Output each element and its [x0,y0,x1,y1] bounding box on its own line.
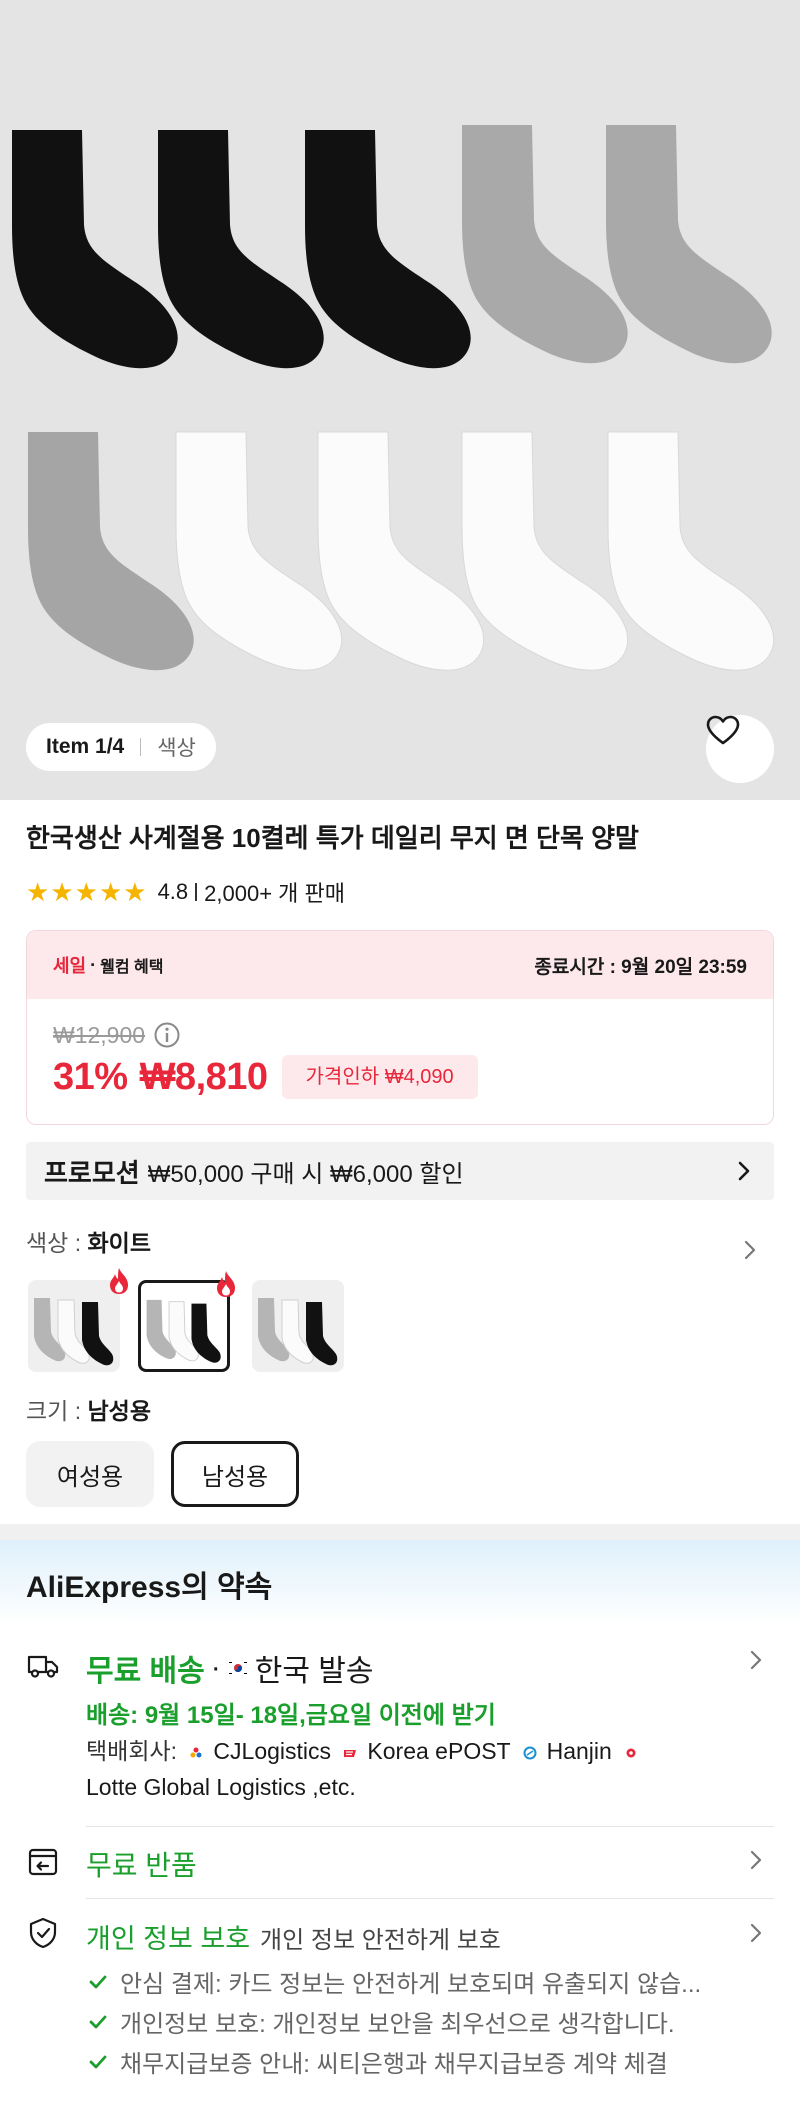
delivery-estimate: 배송: 9월 15일- 18일,금요일 이전에 받기 [86,1702,496,1729]
color-option[interactable] [28,1268,128,1372]
row-divider [86,1898,774,1899]
carrier-name: CJLogistics [213,1738,332,1764]
size-option-women[interactable]: 여성용 [26,1441,154,1507]
carrier-name: Lotte Global Logistics ,etc. [86,1774,356,1800]
info-icon[interactable] [153,1021,181,1049]
lotte-logo-icon [626,1748,636,1758]
item-index: Item 1/4 [46,735,125,758]
sold-count: 2,000+ 개 판매 [204,881,346,906]
sale-price: ₩8,810 [139,1055,268,1098]
star-icon: ★ [123,877,147,907]
privacy-subtitle: 개인 정보 안전하게 보호 [260,1927,501,1954]
shipping-title: 무료 배송 · 한국 발송 [86,1646,374,1690]
color-swatch-image [258,1298,338,1366]
item-attribute: 색상 [157,737,196,760]
product-image-gallery[interactable]: Item 1/4 색상 [0,0,800,800]
sale-price-box: 세일 · 웰컴 혜택 종료시간 : 9월 20일 23:59 ₩12,900 3… [26,930,774,1125]
check-icon [89,2015,107,2028]
wishlist-button[interactable] [706,715,774,783]
star-icon: ★ [50,877,74,907]
star-icon: ★ [26,877,50,907]
color-label-text: 색상 : [26,1230,88,1256]
privacy-item: 안심 결제: 카드 정보는 안전하게 보호되며 유출되지 않습... [88,1964,701,1999]
selected-color: 화이트 [87,1230,151,1256]
product-image [12,125,775,671]
check-icon [89,1975,107,1988]
promotion-banner[interactable]: 프로모션 ₩50,000 구매 시 ₩6,000 할인 [26,1142,774,1200]
color-option-selected[interactable] [138,1271,235,1372]
size-option-men-selected[interactable]: 남성용 [171,1441,299,1507]
check-icon [89,2055,107,2068]
selected-size: 남성용 [87,1398,151,1424]
korea-flag-icon [226,1660,249,1676]
carrier-name: Hanjin [546,1738,612,1764]
privacy-title-row: 개인 정보 보호 개인 정보 안전하게 보호 [86,1917,501,1956]
divider [195,883,198,901]
carrier-label: 택배회사: [86,1738,178,1764]
current-price-row: 31% ₩8,810 가격인하 ₩4,090 [53,1055,478,1099]
privacy-item-text: 안심 결제: 카드 정보는 안전하게 보호되며 유출되지 않습... [120,1971,702,1998]
sale-end-time: 종료시간 : 9월 20일 23:59 [534,956,747,978]
promotion-text: ₩50,000 구매 시 ₩6,000 할인 [147,1160,464,1188]
separator-dot: · [90,954,97,975]
star-icon: ★ [74,877,98,907]
chevron-right-icon[interactable] [742,1238,758,1262]
privacy-item-text: 개인정보 보호: 개인정보 보안을 최우선으로 생각합니다. [120,2011,675,2038]
privacy-item: 개인정보 보호: 개인정보 보안을 최우선으로 생각합니다. [88,2004,675,2039]
size-label-text: 크기 : [26,1398,88,1424]
sale-label: 세일 [53,956,87,976]
star-rating: ★ ★ ★ ★ ★ [26,879,148,905]
delivery-truck-icon [27,1655,59,1678]
row-divider [86,1826,774,1827]
carrier-list: 택배회사: CJLogistics Korea ePOST Hanjin Lot… [86,1733,766,1805]
privacy-item: 채무지급보증 안내: 씨티은행과 채무지급보증 계약 체결 [88,2044,668,2079]
chevron-right-icon [738,1161,750,1181]
cj-logo-icon [190,1747,202,1758]
korea-epost-logo-icon [344,1749,357,1757]
shield-icon [29,1917,57,1949]
carrier-name: Korea ePOST [367,1738,511,1764]
chevron-right-icon[interactable] [748,1848,764,1872]
ships-from: 한국 발송 [254,1655,374,1688]
free-returns: 무료 반품 [86,1850,197,1881]
rating-row[interactable]: ★ ★ ★ ★ ★ 4.8 2,000+ 개 판매 [26,876,345,908]
welcome-benefit-label: 웰컴 혜택 [100,959,164,976]
hot-fire-icon [110,1268,128,1294]
section-divider [0,1524,800,1540]
star-icon: ★ [98,877,123,907]
original-price-row: ₩12,900 [53,1021,181,1049]
product-title: 한국생산 사계절용 10켤레 특가 데일리 무지 면 단목 양말 [26,823,639,853]
color-option[interactable] [252,1280,344,1372]
privacy-title: 개인 정보 보호 [86,1924,251,1954]
size-selector-label: 크기 : 남성용 [26,1392,151,1426]
privacy-item-text: 채무지급보증 안내: 씨티은행과 채무지급보증 계약 체결 [120,2051,668,2078]
price-drop-badge: 가격인하 ₩4,090 [281,1055,478,1099]
sale-banner: 세일 · 웰컴 혜택 종료시간 : 9월 20일 23:59 [27,931,773,999]
free-shipping-label: 무료 배송 [86,1655,205,1688]
gallery-item-indicator: Item 1/4 색상 [26,723,216,771]
divider [140,738,142,756]
promise-title: AliExpress의 약속 [26,1571,273,1604]
heart-icon [706,715,740,745]
color-selector-label: 색상 : 화이트 [26,1224,151,1258]
chevron-right-icon[interactable] [748,1648,764,1672]
original-price: ₩12,900 [53,1021,146,1048]
hanjin-logo-icon [523,1746,537,1760]
rating-value: 4.8 [157,879,189,904]
hot-fire-icon [217,1271,235,1297]
discount-percent: 31% [53,1055,128,1098]
return-box-icon [28,1848,58,1876]
promotion-label: 프로모션 [44,1157,140,1188]
chevron-right-icon[interactable] [748,1921,764,1945]
separator-dot: · [210,1651,221,1684]
